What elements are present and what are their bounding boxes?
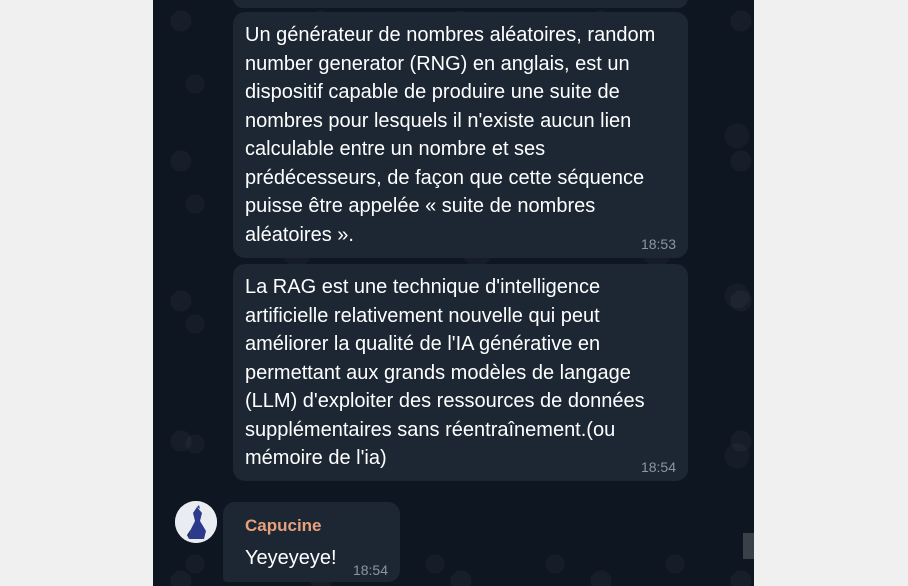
message-timestamp: 18:53 <box>640 236 676 252</box>
message-bubble[interactable]: Un générateur de nombres aléatoires, ran… <box>233 12 688 258</box>
message-bubble[interactable]: Capucine Yeyeyeye! 18:54 <box>223 502 400 582</box>
message-timestamp: 18:54 <box>352 562 388 578</box>
sender-name[interactable]: Capucine <box>245 516 386 536</box>
user-avatar-icon[interactable] <box>175 501 217 543</box>
message-text: La RAG est une technique d'intelligence … <box>245 276 645 469</box>
message-bubble[interactable]: La RAG est une technique d'intelligence … <box>233 264 688 481</box>
chat-pane[interactable]: Un générateur de nombres aléatoires, ran… <box>153 0 754 586</box>
message-timestamp: 18:54 <box>640 459 676 475</box>
message-text: Un générateur de nombres aléatoires, ran… <box>245 24 656 246</box>
previous-message-bubble <box>233 0 688 8</box>
scrollbar-thumb[interactable] <box>743 533 754 559</box>
